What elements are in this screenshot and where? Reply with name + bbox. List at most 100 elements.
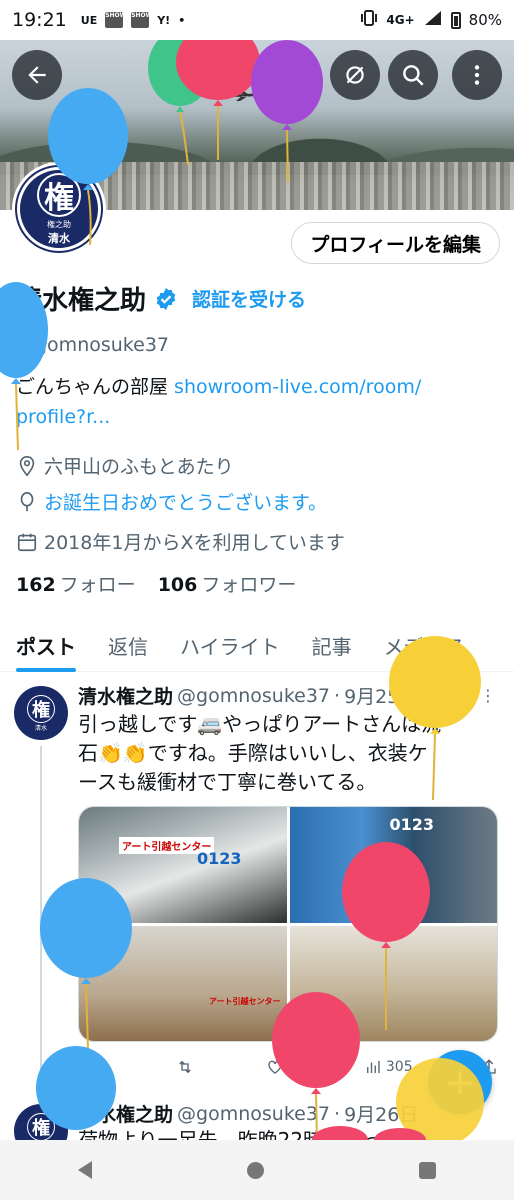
tweet-avatar-text: 清水 xyxy=(34,724,47,732)
showroom-icon: SHOWROOM xyxy=(105,12,147,28)
profile-bio: ごんちゃんの部屋 showroom-live.com/room/ profile… xyxy=(16,372,496,432)
joined-row: 2018年1月からXを利用しています xyxy=(16,528,345,555)
like-button[interactable]: 4 xyxy=(266,1058,297,1076)
battery-icon xyxy=(450,11,461,29)
bio-link[interactable]: showroom-live.com/room/ xyxy=(174,376,421,398)
tweet-text-line: ースも緩衝材で丁寧に巻いてる。 xyxy=(78,770,377,794)
hide-button[interactable] xyxy=(330,50,380,100)
get-verified-link[interactable]: 認証を受ける xyxy=(192,285,306,312)
more-button[interactable] xyxy=(452,50,502,100)
status-time: 19:21 xyxy=(12,9,67,31)
yahoo-icon: Y! xyxy=(157,13,171,27)
nav-recents-icon[interactable] xyxy=(419,1161,437,1179)
tweet-header: 清水権之助 @gomnosuke37 · 9月26日 xyxy=(78,1100,498,1127)
following-count: 162 xyxy=(16,574,56,596)
search-icon xyxy=(403,65,424,86)
tweet-more-icon[interactable]: ⋮ xyxy=(480,686,496,705)
tab-posts[interactable]: ポスト xyxy=(0,618,92,672)
tweet-header: 清水権之助 @gomnosuke37 · 9月25日 xyxy=(78,682,498,709)
following-link[interactable]: 162 フォロー xyxy=(16,570,136,597)
network-type: 4G+ xyxy=(386,13,415,27)
battery-level: 80% xyxy=(468,11,502,29)
more-notifications-icon: • xyxy=(178,13,186,27)
reply-count: 3 xyxy=(100,1059,109,1075)
retweet-button[interactable] xyxy=(176,1058,198,1076)
heart-icon xyxy=(267,1060,282,1074)
tweet-avatar-kanji: 権 xyxy=(27,694,55,723)
media-photo[interactable]: アート引越センター xyxy=(79,925,287,1041)
followers-label: フォロワー xyxy=(201,574,297,596)
media-photo[interactable] xyxy=(289,925,497,1041)
tweet-author-handle[interactable]: @gomnosuke37 xyxy=(177,685,330,707)
display-name-row: 清水権之助 認証を受ける xyxy=(16,280,306,317)
thread-line xyxy=(40,746,42,1096)
airplane-icon xyxy=(228,89,264,101)
tweet-dot: · xyxy=(334,1102,341,1125)
tweet-dot: · xyxy=(334,684,341,707)
birthday-text[interactable]: お誕生日おめでとうございます。 xyxy=(44,488,327,515)
media-photo[interactable]: 0123 xyxy=(289,807,497,923)
followers-count: 106 xyxy=(157,574,198,596)
box-sign: アート引越センター xyxy=(209,996,281,1006)
calendar-icon xyxy=(17,533,37,551)
notification-icon-ue: UE xyxy=(80,13,98,27)
status-bar: 19:21 UE SHOWROOM SHOWROOM Y! • 4G+ 80% xyxy=(0,0,514,40)
location-row: 六甲山のふもとあたり xyxy=(16,452,234,479)
balloon-icon xyxy=(20,491,34,511)
followers-link[interactable]: 106 フォロワー xyxy=(158,570,297,597)
retweet-icon xyxy=(179,1060,191,1074)
showroom-icon: SHOWROOM xyxy=(131,12,173,28)
box-number: 0123 xyxy=(389,815,435,834)
nav-back-icon[interactable] xyxy=(77,1161,92,1179)
eye-slash-icon xyxy=(346,66,364,84)
follow-stats: 162 フォロー 106 フォロワー xyxy=(16,570,296,597)
back-button[interactable] xyxy=(12,50,62,100)
tweet-avatar[interactable]: 権 清水 xyxy=(14,686,68,740)
tweet-text: 引っ越しです🚐やっぱりアートさんは流 石👏👏ですね。手際はいいし、衣装ケ ースも… xyxy=(78,710,498,797)
location-text: 六甲山のふもとあたり xyxy=(44,456,234,478)
tweet-date[interactable]: 9月26日 xyxy=(344,1100,418,1127)
tab-articles[interactable]: 記事 xyxy=(296,618,368,672)
signal-icon xyxy=(423,10,443,30)
system-status: 4G+ 80% xyxy=(360,10,502,30)
tweet-author-name[interactable]: 清水権之助 xyxy=(78,682,173,709)
tab-replies[interactable]: 返信 xyxy=(92,618,164,672)
birthday-row: お誕生日おめでとうございます。 xyxy=(16,488,327,515)
reply-icon xyxy=(79,1060,94,1074)
view-count: 305 xyxy=(385,1059,413,1075)
avatar-kanji: 権 xyxy=(37,172,81,217)
compose-button[interactable]: + xyxy=(428,1050,492,1114)
tab-highlights[interactable]: ハイライト xyxy=(164,618,296,672)
tweet-author-name[interactable]: 清水権之助 xyxy=(78,1100,173,1127)
notification-icons: UE SHOWROOM SHOWROOM Y! • xyxy=(81,12,185,28)
vibrate-icon xyxy=(360,10,378,30)
nav-home-icon[interactable] xyxy=(246,1161,264,1179)
avatar-small-text: 権之助 xyxy=(47,219,71,229)
display-name: 清水権之助 xyxy=(16,286,147,316)
more-vertical-icon xyxy=(474,65,480,85)
truck-number: 0123 xyxy=(197,849,242,868)
bio-link-continued[interactable]: profile?r... xyxy=(16,406,110,428)
verified-badge-icon[interactable] xyxy=(154,287,178,311)
location-pin-icon xyxy=(19,455,35,476)
profile-avatar[interactable]: 権 権之助 清水 xyxy=(12,162,106,256)
media-photo[interactable]: アート引越センター 0123 xyxy=(79,807,287,923)
tab-media[interactable]: メディア xyxy=(368,618,479,672)
views-button[interactable]: 305 xyxy=(364,1058,413,1076)
views-icon xyxy=(366,1061,380,1073)
profile-handle: @gomnosuke37 xyxy=(16,334,169,356)
system-nav-bar xyxy=(0,1140,514,1200)
back-arrow-icon xyxy=(28,66,46,84)
edit-profile-button[interactable]: プロフィールを編集 xyxy=(291,222,500,264)
tweet-text-line: 石👏👏ですね。手際はいいし、衣装ケ xyxy=(78,741,428,765)
like-count: 4 xyxy=(287,1059,297,1075)
reply-button[interactable]: 3 xyxy=(78,1058,109,1076)
profile-tabs: ポスト 返信 ハイライト 記事 メディア xyxy=(0,618,514,672)
tweet-author-handle[interactable]: @gomnosuke37 xyxy=(177,1103,330,1125)
tweet-media-grid[interactable]: アート引越センター 0123 0123 アート引越センター xyxy=(78,806,498,1042)
search-button[interactable] xyxy=(388,50,438,100)
joined-text: 2018年1月からXを利用しています xyxy=(44,532,345,554)
following-label: フォロー xyxy=(59,574,136,596)
avatar-image: 権 権之助 清水 xyxy=(15,165,103,253)
tweet-date[interactable]: 9月25日 xyxy=(344,682,418,709)
